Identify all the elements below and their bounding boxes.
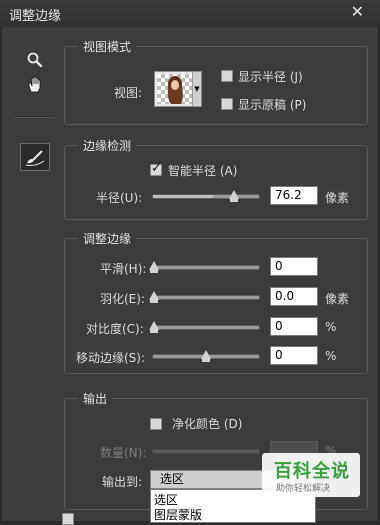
contrast-unit: % — [325, 320, 337, 334]
close-icon[interactable]: ✕ — [351, 2, 364, 21]
show-original-checkbox[interactable] — [221, 98, 233, 110]
amount-slider — [152, 449, 260, 454]
title-bar: 调整边缘 ✕ — [0, 0, 380, 28]
smart-radius-checkbox[interactable] — [150, 161, 162, 176]
smooth-slider-thumb[interactable] — [149, 261, 159, 273]
contrast-label: 对比度(C): — [86, 322, 144, 336]
shift-edge-slider-thumb[interactable] — [201, 350, 211, 362]
watermark-sub-text: 助你轻松解决 — [276, 484, 331, 494]
watermark-main-text: 百科全说 — [274, 461, 350, 482]
view-mode-legend: 视图模式 — [78, 38, 137, 55]
shift-edge-input[interactable]: 0 — [270, 346, 318, 365]
edge-detection-group: 边缘检测 — [64, 137, 368, 220]
contrast-input[interactable]: 0 — [270, 317, 318, 336]
window-title: 调整边缘 — [9, 9, 62, 24]
shift-edge-unit: % — [325, 349, 337, 363]
contrast-slider[interactable] — [149, 321, 260, 333]
brush-icon[interactable] — [20, 143, 50, 171]
smart-radius-label: 智能半径 (A) — [168, 164, 238, 178]
amount-label: 数量(N): — [100, 446, 147, 460]
dropdown-option-layer-mask[interactable]: 图层蒙版 — [154, 506, 202, 523]
magnifier-icon[interactable] — [22, 48, 48, 72]
show-original-label: 显示原稿 (P) — [238, 98, 307, 112]
smooth-label: 平滑(H): — [100, 262, 147, 276]
radius-unit: 像素 — [325, 191, 350, 205]
adjust-edge-legend: 调整边缘 — [78, 230, 137, 247]
output-to-label: 输出到: — [102, 475, 143, 489]
chevron-down-icon[interactable]: ▼ — [192, 72, 201, 106]
radius-slider-thumb[interactable] — [229, 190, 239, 202]
remember-settings-checkbox[interactable] — [62, 513, 74, 525]
radius-label: 半径(U): — [96, 191, 143, 205]
view-mode-picker[interactable]: ▼ — [154, 71, 202, 107]
output-legend: 输出 — [78, 390, 113, 407]
radius-input[interactable]: 76.2 — [270, 186, 318, 205]
radius-slider[interactable] — [152, 190, 260, 202]
show-radius-checkbox[interactable] — [221, 70, 233, 82]
feather-slider-thumb[interactable] — [149, 291, 159, 303]
decontaminate-checkbox[interactable] — [150, 418, 162, 430]
shift-edge-label: 移动边缘(S): — [76, 351, 146, 365]
hand-icon[interactable] — [22, 72, 48, 96]
smooth-slider[interactable] — [149, 261, 260, 273]
feather-label: 羽化(E): — [100, 292, 145, 306]
transparency-preview — [157, 74, 194, 104]
edge-detection-legend: 边缘检测 — [78, 137, 137, 154]
tool-divider — [14, 116, 54, 118]
show-radius-label: 显示半径 (J) — [238, 70, 303, 84]
portrait-thumbnail-icon — [167, 76, 183, 104]
view-label: 视图: — [114, 86, 143, 100]
shift-edge-slider[interactable] — [152, 350, 260, 362]
feather-unit: 像素 — [325, 292, 350, 306]
watermark-logo: 百科全说 助你轻松解决 — [262, 453, 360, 497]
view-mode-group: 视图模式 — [64, 38, 368, 125]
feather-input[interactable]: 0.0 — [270, 287, 318, 306]
decontaminate-label: 净化颜色 (D) — [172, 417, 243, 431]
smooth-input[interactable]: 0 — [270, 257, 318, 276]
contrast-slider-thumb[interactable] — [149, 321, 159, 333]
feather-slider[interactable] — [149, 291, 260, 303]
